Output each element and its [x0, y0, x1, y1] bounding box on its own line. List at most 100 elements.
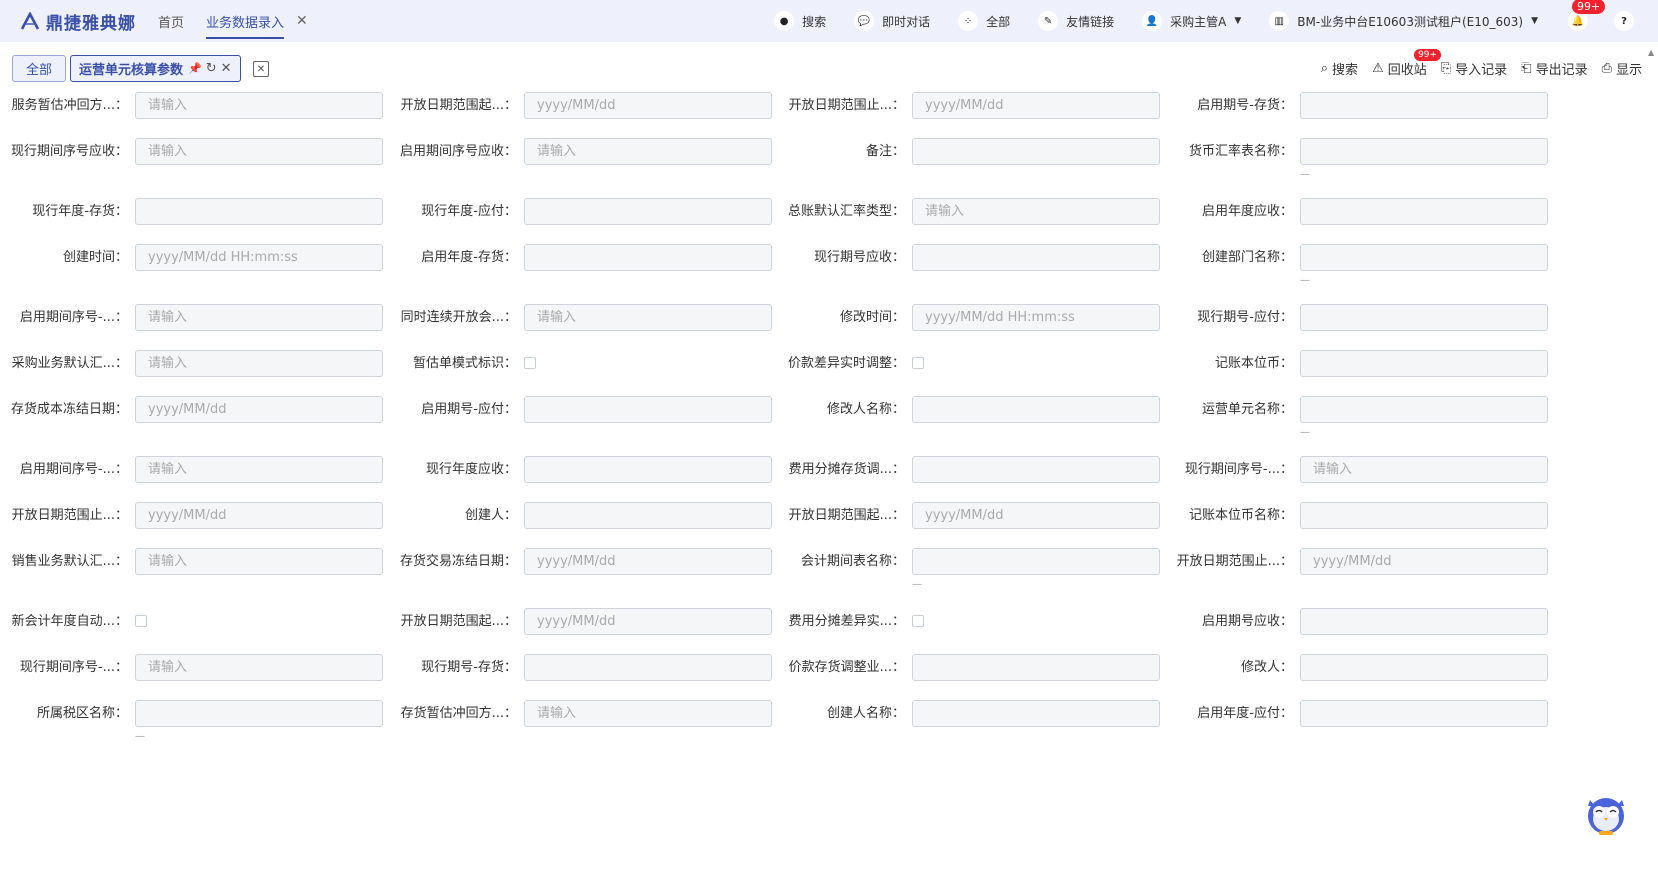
field-label: 现行期间序号应收：	[10, 144, 128, 159]
assistant-owl-icon[interactable]	[1585, 790, 1627, 836]
action-recycle-button[interactable]: ⚠ 回收站 99+	[1372, 49, 1442, 78]
field-input[interactable]	[1300, 304, 1548, 331]
field-input[interactable]	[1300, 608, 1548, 635]
field-input[interactable]: 请输入	[524, 304, 772, 331]
field-input[interactable]: yyyy/MM/dd	[1300, 548, 1548, 575]
help-button[interactable]: ?	[1614, 11, 1634, 31]
action-import-button[interactable]: ⎘ 导入记录	[1441, 59, 1507, 78]
field-input[interactable]	[912, 700, 1160, 727]
action-export-button[interactable]: ⎗ 导出记录	[1521, 59, 1587, 78]
field-label: 销售业务默认汇...：	[11, 554, 128, 569]
field-input[interactable]: 请输入	[524, 138, 772, 165]
close-all-tabs-icon[interactable]: ✕	[253, 61, 269, 77]
field-input[interactable]	[912, 396, 1160, 423]
app-logo[interactable]: 鼎捷雅典娜	[20, 9, 136, 34]
field-input[interactable]: 请输入	[524, 700, 772, 727]
action-display-button[interactable]: ⎙ 显示	[1602, 59, 1642, 78]
top-tool-chat[interactable]: 💬 即时对话	[854, 11, 930, 31]
field-input[interactable]: 请输入	[135, 304, 383, 331]
field-input[interactable]	[1300, 502, 1548, 529]
top-tool-building[interactable]: ▥ BM-业务中台E10603测试租户(E10_603) ▼	[1269, 11, 1538, 31]
field-input[interactable]	[1300, 654, 1548, 681]
field-input[interactable]: 请输入	[135, 456, 383, 483]
top-tool-user[interactable]: 👤 采购主管A ▼	[1142, 11, 1241, 31]
field-input[interactable]	[524, 396, 772, 423]
top-tool-search[interactable]: ● 搜索	[774, 11, 826, 31]
field-input[interactable]	[135, 198, 383, 225]
form-row: 启用期间序号-...： 请输入 同时连续开放会...： 请输入 修改时间： yyyy/MM…	[0, 304, 1658, 331]
field-label: 存货暂估冲回方...：	[400, 706, 517, 721]
field-input[interactable]	[524, 654, 772, 681]
close-tab-icon[interactable]: ✕	[296, 13, 308, 29]
field-input[interactable]: yyyy/MM/dd HH:mm:ss	[912, 304, 1160, 331]
field-input[interactable]	[912, 654, 1160, 681]
field-input[interactable]	[912, 456, 1160, 483]
form-row: 启用期间序号-...： 请输入 现行年度应收： 费用分摊存货调...： 现行期间序号-.…	[0, 456, 1658, 483]
field-label: 现行期号-应付：	[1197, 310, 1293, 325]
field-input[interactable]: yyyy/MM/dd	[912, 92, 1160, 119]
field-input[interactable]	[135, 700, 383, 727]
field-checkbox[interactable]	[135, 615, 147, 627]
field-label: 启用年度-应付：	[1197, 706, 1293, 721]
field-label: 修改人名称：	[826, 402, 905, 417]
notification-badge: 99+	[1572, 0, 1606, 14]
field-input[interactable]	[1300, 198, 1548, 225]
field-input[interactable]	[1300, 138, 1548, 165]
field-input[interactable]: yyyy/MM/dd	[135, 502, 383, 529]
field-input[interactable]	[524, 456, 772, 483]
field-label: 开放日期范围起...：	[788, 508, 905, 523]
field-input[interactable]: yyyy/MM/dd HH:mm:ss	[135, 244, 383, 271]
search-icon: ●	[774, 11, 795, 31]
form-row: 存货成本冻结日期： yyyy/MM/dd 启用期号-应付： 修改人名称： 运营单元名称：…	[0, 396, 1658, 438]
close-icon[interactable]: ✕	[221, 61, 232, 76]
field-checkbox[interactable]	[912, 615, 924, 627]
pin-icon[interactable]: 📌	[188, 62, 202, 75]
field-input[interactable]	[1300, 244, 1548, 271]
field-input[interactable]	[1300, 92, 1548, 119]
nav-tab-home[interactable]: 首页	[158, 12, 184, 31]
field-input[interactable]	[524, 198, 772, 225]
field-input[interactable]	[1300, 700, 1548, 727]
scroll-up-icon[interactable]: ▲	[1648, 48, 1654, 60]
field-label: 现行年度应收：	[425, 462, 517, 477]
action-label: 搜索	[1332, 63, 1359, 78]
caret-down-icon: ▼	[1234, 16, 1242, 26]
form-row: 现行期间序号-...： 请输入 现行期号-存货： 价款存货调整业...： 修改人：	[0, 654, 1658, 681]
field-input[interactable]	[1300, 350, 1548, 377]
field-checkbox[interactable]	[912, 357, 924, 369]
tab-all[interactable]: 全部	[12, 55, 66, 82]
field-input[interactable]: 请输入	[912, 198, 1160, 225]
field-hint-dash: —	[1300, 275, 1310, 286]
field-input[interactable]: 请输入	[135, 350, 383, 377]
tab-operating-unit-params[interactable]: 运营单元核算参数 📌 ↻ ✕	[70, 55, 241, 82]
field-input[interactable]	[524, 502, 772, 529]
form-row: 新会计年度自动...： 开放日期范围起...： yyyy/MM/dd 费用分摊差异实.…	[0, 608, 1658, 635]
field-checkbox[interactable]	[524, 357, 536, 369]
field-input[interactable]: 请输入	[135, 654, 383, 681]
field-input[interactable]: 请输入	[1300, 456, 1548, 483]
field-input[interactable]	[1300, 396, 1548, 423]
field-input[interactable]	[912, 244, 1160, 271]
top-tool-grid[interactable]: ⁘ 全部	[958, 11, 1010, 31]
top-tool-link[interactable]: ✎ 友情链接	[1038, 11, 1114, 31]
field-input[interactable]	[912, 138, 1160, 165]
field-input[interactable]: yyyy/MM/dd	[524, 92, 772, 119]
field-input[interactable]: 请输入	[135, 138, 383, 165]
import-icon: ⎘	[1440, 61, 1452, 76]
field-label: 货币汇率表名称：	[1188, 144, 1293, 159]
field-input[interactable]	[524, 244, 772, 271]
refresh-icon[interactable]: ↻	[206, 61, 217, 76]
nav-tab-data-entry[interactable]: 业务数据录入	[206, 12, 285, 39]
field-input[interactable]	[912, 548, 1160, 575]
field-input[interactable]: yyyy/MM/dd	[524, 608, 772, 635]
field-input[interactable]: yyyy/MM/dd	[524, 548, 772, 575]
action-search-button[interactable]: ⌕ 搜索	[1321, 59, 1358, 78]
field-label: 存货成本冻结日期：	[10, 402, 128, 417]
field-input[interactable]: 请输入	[135, 548, 383, 575]
field-input[interactable]: 请输入	[135, 92, 383, 119]
field-input[interactable]: yyyy/MM/dd	[912, 502, 1160, 529]
field-label: 价款存货调整业...：	[788, 660, 905, 675]
field-label: 备注：	[865, 144, 905, 159]
notifications-button[interactable]: 🔔 99+	[1568, 0, 1606, 31]
field-input[interactable]: yyyy/MM/dd	[135, 396, 383, 423]
